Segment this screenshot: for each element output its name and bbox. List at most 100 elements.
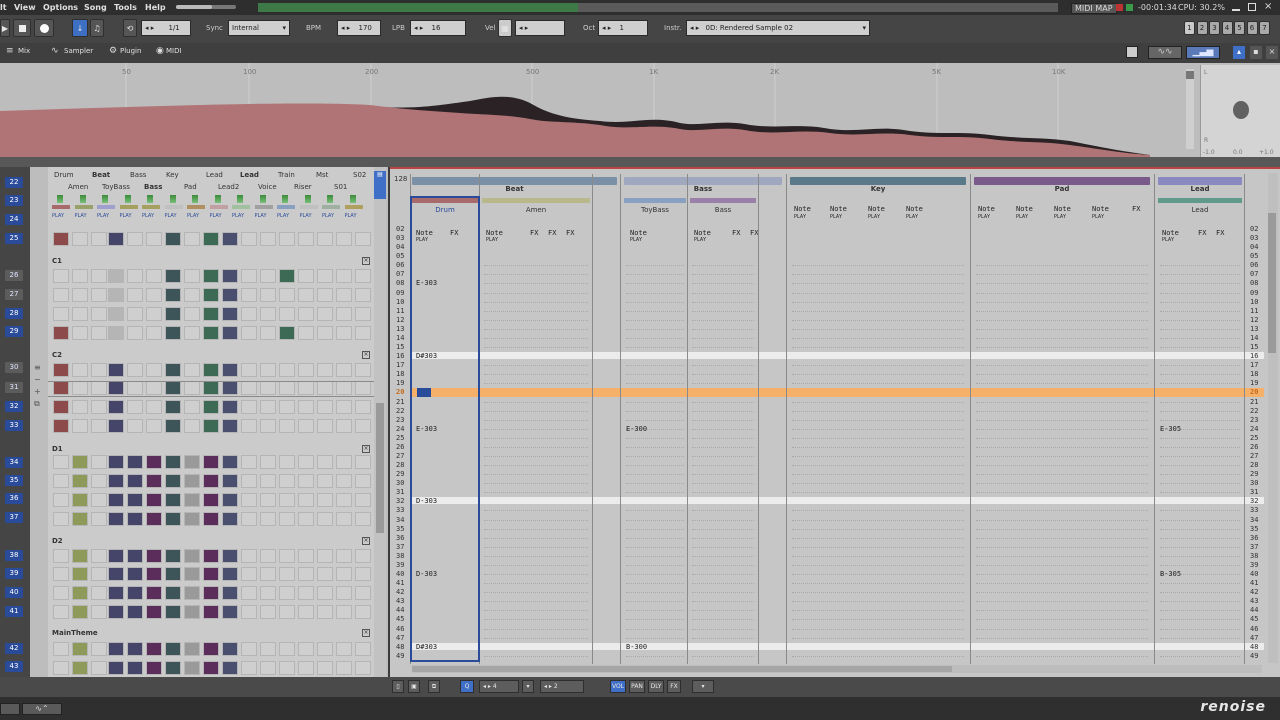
matrix-slot[interactable] [127, 493, 143, 507]
matrix-slot[interactable] [127, 567, 143, 581]
play-icon[interactable]: ▶ [0, 19, 10, 37]
matrix-slot[interactable] [260, 493, 276, 507]
matrix-slot[interactable] [165, 512, 181, 526]
matrix-track-s01[interactable]: S01 [334, 183, 347, 191]
footer-button-1[interactable] [0, 703, 20, 715]
matrix-slot[interactable] [108, 642, 124, 656]
matrix-slot[interactable] [260, 567, 276, 581]
matrix-slot[interactable] [91, 512, 107, 526]
matrix-slot[interactable] [298, 419, 314, 433]
matrix-slot[interactable] [241, 326, 257, 340]
instrument-dropdown[interactable]: ◂ ▸ 0D: Rendered Sample 02 ▾ [686, 20, 870, 36]
matrix-slot[interactable] [72, 642, 88, 656]
sequence-slot-40[interactable]: 40 [5, 587, 23, 598]
matrix-slot[interactable] [53, 269, 69, 283]
matrix-slot[interactable] [298, 493, 314, 507]
matrix-track-voice[interactable]: Voice [258, 183, 277, 191]
matrix-slot[interactable] [355, 269, 371, 283]
matrix-slot[interactable] [165, 232, 181, 246]
matrix-slot[interactable] [72, 605, 88, 619]
matrix-slot[interactable] [91, 307, 107, 321]
matrix-slot[interactable] [165, 493, 181, 507]
matrix-slot[interactable] [336, 419, 352, 433]
matrix-slot[interactable] [184, 642, 200, 656]
matrix-slot[interactable] [317, 269, 333, 283]
matrix-scrollbar[interactable]: ▤ [374, 167, 386, 677]
matrix-slot[interactable] [222, 474, 238, 488]
sequence-slot-32[interactable]: 32 [5, 401, 23, 412]
matrix-slot[interactable] [203, 326, 219, 340]
matrix-slot[interactable] [91, 567, 107, 581]
section-collapse-icon[interactable]: × [362, 351, 370, 359]
upper-frame-close-button[interactable]: × [1266, 46, 1278, 59]
matrix-slot[interactable] [260, 363, 276, 377]
editor-button-1[interactable]: ▯ [392, 680, 404, 693]
matrix-slot[interactable] [241, 605, 257, 619]
matrix-slot[interactable] [355, 512, 371, 526]
matrix-slot[interactable] [355, 232, 371, 246]
note-lead[interactable]: B-305 [1160, 570, 1181, 578]
matrix-track-lead[interactable]: Lead [206, 171, 223, 179]
matrix-slot[interactable] [203, 288, 219, 302]
matrix-slot[interactable] [108, 567, 124, 581]
matrix-slot[interactable] [279, 493, 295, 507]
matrix-slot[interactable] [165, 642, 181, 656]
edit-step-field[interactable]: ◂ ▸ 4 [479, 680, 519, 693]
matrix-slot[interactable] [203, 307, 219, 321]
matrix-slot[interactable] [165, 269, 181, 283]
matrix-slot[interactable] [53, 326, 69, 340]
note-drum[interactable]: E-303 [416, 425, 437, 433]
matrix-slot[interactable] [53, 549, 69, 563]
upper-frame-up-button[interactable]: ▴ [1233, 46, 1245, 59]
metronome-button[interactable]: ♫ [90, 19, 104, 37]
matrix-slot[interactable] [91, 232, 107, 246]
matrix-slot[interactable] [336, 586, 352, 600]
loop-button[interactable]: ⟲ [123, 19, 137, 37]
matrix-slot[interactable] [127, 326, 143, 340]
octave-field[interactable]: ◂ ▸ 1 [598, 20, 648, 36]
vol-toggle[interactable]: VOL [610, 680, 626, 693]
view-preset-6[interactable]: 6 [1246, 21, 1258, 35]
matrix-slot[interactable] [72, 549, 88, 563]
matrix-slot[interactable] [53, 307, 69, 321]
matrix-slot[interactable] [279, 326, 295, 340]
matrix-slot[interactable] [146, 567, 162, 581]
sequence-slot-28[interactable]: 28 [5, 308, 23, 319]
view-preset-2[interactable]: 2 [1196, 21, 1208, 35]
follow-button[interactable]: ↓ [72, 19, 88, 37]
view-preset-5[interactable]: 5 [1234, 21, 1245, 35]
matrix-track-s02[interactable]: S02 [353, 171, 366, 179]
matrix-slot[interactable] [298, 474, 314, 488]
matrix-slot[interactable] [279, 567, 295, 581]
matrix-slot[interactable] [165, 567, 181, 581]
bpm-field[interactable]: ◂ ▸ 170 [337, 20, 381, 36]
matrix-slot[interactable] [355, 661, 371, 675]
track-header-toybass[interactable]: ToyBass [624, 206, 686, 214]
matrix-slot[interactable] [279, 307, 295, 321]
matrix-slot[interactable] [72, 512, 88, 526]
matrix-slot[interactable] [53, 288, 69, 302]
matrix-slot[interactable] [53, 419, 69, 433]
matrix-slot[interactable] [317, 326, 333, 340]
matrix-track-key[interactable]: Key [166, 171, 179, 179]
matrix-slot[interactable] [260, 474, 276, 488]
matrix-slot[interactable] [146, 642, 162, 656]
matrix-slot[interactable] [146, 455, 162, 469]
matrix-slot[interactable] [317, 586, 333, 600]
matrix-slot[interactable] [241, 455, 257, 469]
sequence-slot-36[interactable]: 36 [5, 493, 23, 504]
matrix-slot[interactable] [127, 400, 143, 414]
sequence-slot-41[interactable]: 41 [5, 606, 23, 617]
matrix-slot[interactable] [203, 455, 219, 469]
sequence-slot-39[interactable]: 39 [5, 568, 23, 579]
matrix-slot[interactable] [222, 455, 238, 469]
matrix-slot[interactable] [72, 455, 88, 469]
matrix-slot[interactable] [222, 586, 238, 600]
column-count-field[interactable]: ◂ ▸ 2 [540, 680, 584, 693]
matrix-slot[interactable] [241, 269, 257, 283]
matrix-slot[interactable] [203, 586, 219, 600]
matrix-slot[interactable] [184, 232, 200, 246]
matrix-slot[interactable] [72, 326, 88, 340]
matrix-slot[interactable] [260, 288, 276, 302]
stop-button[interactable] [13, 19, 31, 37]
